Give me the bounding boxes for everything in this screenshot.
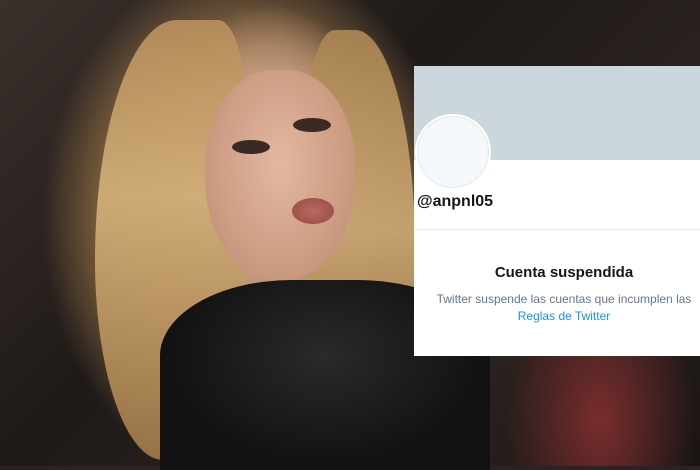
- suspension-description: Twitter suspende las cuentas que incumpl…: [436, 292, 692, 306]
- divider: [414, 229, 700, 230]
- twitter-rules-link[interactable]: Reglas de Twitter: [414, 309, 700, 323]
- lips: [292, 198, 334, 224]
- profile-handle: @anpnl05: [417, 193, 494, 210]
- profile-avatar[interactable]: [415, 114, 491, 190]
- right-eye: [293, 118, 331, 132]
- suspension-title: Cuenta suspendida: [494, 264, 634, 281]
- left-eye: [232, 140, 270, 154]
- face: [205, 70, 355, 280]
- suspended-profile-card: @anpnl05 Cuenta suspendida Twitter suspe…: [414, 66, 700, 356]
